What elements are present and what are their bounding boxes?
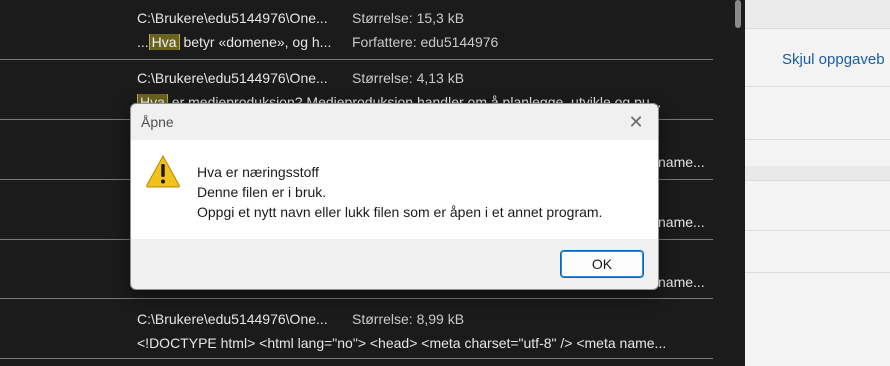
divider [745, 230, 890, 231]
result-size: Størrelse: 4,13 kB [352, 70, 465, 86]
result-path: C:\Brukere\edu5144976\One... [137, 70, 328, 86]
result-snippet-tail: name... [658, 274, 705, 290]
section-band [745, 166, 890, 180]
result-row[interactable]: C:\Brukere\edu5144976\One... Størrelse: … [0, 301, 713, 359]
scrollbar[interactable] [731, 0, 745, 366]
divider [745, 86, 890, 87]
search-highlight: Hva [148, 34, 180, 50]
dialog-title: Åpne [141, 114, 174, 130]
result-snippet-tail: name... [658, 214, 705, 230]
row-divider [0, 358, 713, 359]
hide-taskbar-link[interactable]: Skjul oppgaveb [782, 51, 885, 68]
close-icon[interactable]: ✕ [626, 112, 646, 132]
dialog-filename: Hva er næringsstoff [197, 164, 319, 180]
open-error-dialog: Åpne ✕ Hva er næringsstoff Denne filen e… [130, 103, 659, 290]
result-snippet-tail: name... [658, 154, 705, 170]
result-path: C:\Brukere\edu5144976\One... [137, 10, 328, 26]
result-size: Størrelse: 15,3 kB [352, 10, 465, 26]
divider [745, 139, 890, 140]
scrollbar-thumb[interactable] [735, 0, 741, 28]
result-snippet: <!DOCTYPE html> <html lang="no"> <head> … [137, 335, 667, 351]
result-authors: Forfattere: edu5144976 [352, 34, 499, 50]
dialog-status: Denne filen er i bruk. [197, 184, 327, 200]
result-row[interactable]: C:\Brukere\edu5144976\One... Størrelse: … [0, 0, 713, 60]
divider [745, 272, 890, 273]
dialog-instruction: Oppgi et nytt navn eller lukk filen som … [197, 204, 603, 220]
dialog-body: Hva er næringsstoff Denne filen er i bru… [131, 140, 658, 239]
result-size: Størrelse: 8,99 kB [352, 311, 465, 327]
divider [745, 180, 890, 181]
dialog-message: Hva er næringsstoff Denne filen er i bru… [197, 162, 602, 222]
right-panel-header [745, 0, 890, 29]
result-path: C:\Brukere\edu5144976\One... [137, 311, 328, 327]
warning-icon [146, 154, 180, 188]
result-snippet: ... Hva betyr «domene», og h... [137, 34, 332, 50]
ok-button[interactable]: OK [560, 250, 644, 278]
row-divider [0, 298, 713, 299]
right-panel: Skjul oppgaveb [745, 0, 890, 366]
